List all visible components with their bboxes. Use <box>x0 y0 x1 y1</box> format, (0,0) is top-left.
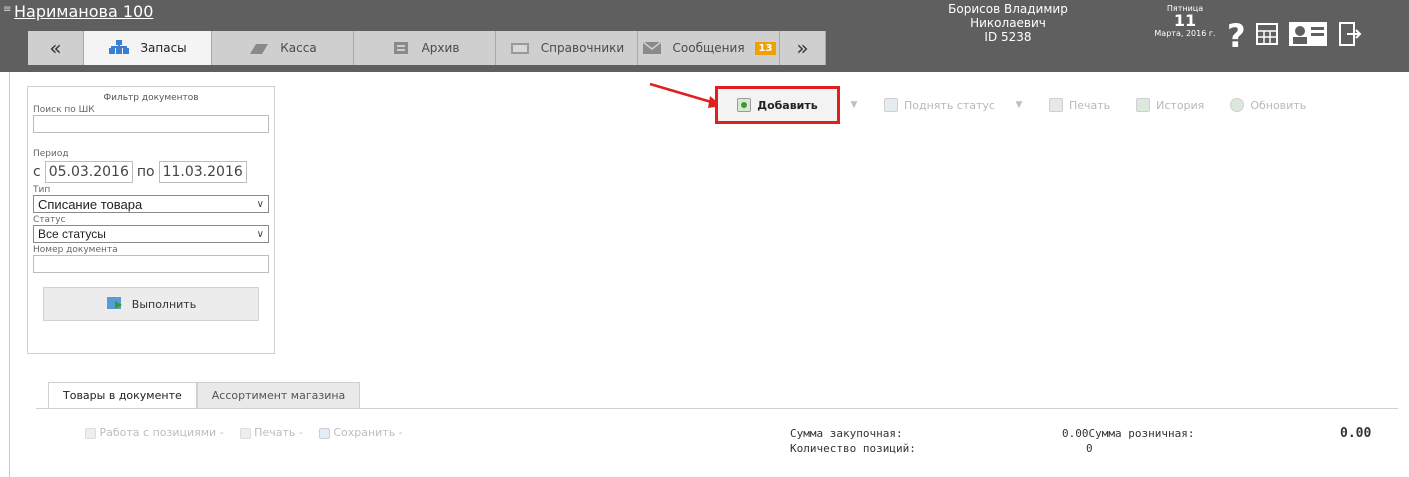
tabs-divider <box>36 408 1398 409</box>
positions-count-label: Количество позиций: <box>790 442 916 455</box>
header-icons: ? <box>1227 20 1362 52</box>
sum-purchase-value: 0.00 <box>1062 427 1089 440</box>
status-select[interactable]: Все статусы ∨ <box>33 225 269 243</box>
refresh-button[interactable]: Обновить <box>1220 90 1316 120</box>
save-button[interactable]: Сохранить - <box>318 426 403 439</box>
chevron-down-icon: ∨ <box>256 228 264 240</box>
print-icon <box>239 427 251 439</box>
positions-menu-label: Работа с позициями - <box>99 426 224 439</box>
stock-icon <box>108 40 130 56</box>
messages-count-badge: 13 <box>754 41 777 55</box>
status-select-value: Все статусы <box>38 227 106 241</box>
type-label: Тип <box>33 185 51 195</box>
raise-status-button[interactable]: Поднять статус <box>874 90 1005 120</box>
raise-status-dropdown-icon[interactable]: ▼ <box>1005 100 1033 110</box>
add-dropdown-icon[interactable]: ▼ <box>840 100 868 110</box>
type-select-value: Списание товара <box>38 196 143 212</box>
help-icon[interactable]: ? <box>1227 20 1246 52</box>
save-icon <box>318 427 330 439</box>
history-label: История <box>1156 98 1205 112</box>
sum-retail-label: Сумма розничная: <box>1088 427 1195 440</box>
print-label: Печать <box>1068 98 1111 112</box>
tab-cash-label: Касса <box>280 41 317 55</box>
doc-number-input[interactable] <box>33 255 269 273</box>
header-bar: ≡ Нариманова 100 « Запасы Касса Архив Сп… <box>0 0 1409 72</box>
summary-labels: Сумма закупочная: Количество позиций: <box>790 426 916 456</box>
user-name: Борисов Владимир Николаевич <box>948 2 1068 30</box>
barcode-label: Поиск по ШК <box>33 105 95 115</box>
month-year: Марта, 2016 г. <box>1154 29 1216 38</box>
bottom-print-button[interactable]: Печать - <box>239 426 303 439</box>
date-display: Пятница 11 Марта, 2016 г. <box>1150 4 1220 38</box>
tab-messages-label: Сообщения <box>672 41 745 55</box>
tab-stock-label: Запасы <box>140 41 187 55</box>
add-button[interactable]: Добавить <box>715 86 840 124</box>
document-filter-panel: Фильтр документов Поиск по ШК Период с 0… <box>27 86 275 354</box>
to-prefix: по <box>136 164 155 180</box>
directory-icon <box>509 40 531 56</box>
filter-title: Фильтр документов <box>103 93 199 103</box>
tab-archive[interactable]: Архив <box>354 31 496 65</box>
period-label: Период <box>33 149 69 159</box>
chevron-down-icon: ∨ <box>256 198 264 210</box>
cash-icon <box>248 40 270 56</box>
profile-icon[interactable] <box>1288 21 1328 51</box>
tab-nav-back[interactable]: « <box>28 31 84 65</box>
from-prefix: с <box>33 164 41 180</box>
positions-icon <box>85 427 96 439</box>
execute-label: Выполнить <box>131 297 197 311</box>
bottom-print-label: Печать - <box>254 426 303 439</box>
history-button[interactable]: История <box>1126 90 1214 120</box>
date-to-input[interactable]: 11.03.2016 <box>158 161 247 183</box>
tab-directory-label: Справочники <box>540 41 625 55</box>
bottom-toolbar: Работа с позициями - Печать - Сохранить … <box>85 426 403 439</box>
user-id: ID 5238 <box>984 30 1032 44</box>
tab-nav-forward[interactable]: » <box>780 31 826 65</box>
add-button-label: Добавить <box>757 98 818 112</box>
archive-icon <box>390 40 412 56</box>
positions-count-value: 0 <box>1086 442 1093 455</box>
tab-stock[interactable]: Запасы <box>84 31 212 65</box>
add-document-icon <box>737 98 752 112</box>
execute-button[interactable]: Выполнить <box>43 287 259 321</box>
tab-cash[interactable]: Касса <box>212 31 354 65</box>
type-select[interactable]: Списание товара ∨ <box>33 195 269 213</box>
summary-values: 0.00Сумма розничная: 0 <box>1062 426 1194 456</box>
nav-forward-icon: » <box>796 36 809 60</box>
document-toolbar: Добавить ▼ Поднять статус ▼ Печать Истор… <box>715 86 1316 124</box>
execute-icon <box>106 295 124 314</box>
print-button[interactable]: Печать <box>1039 90 1120 120</box>
messages-icon <box>641 40 663 56</box>
left-divider <box>9 72 10 477</box>
doc-number-label: Номер документа <box>33 245 118 255</box>
tab-messages[interactable]: Сообщения 13 <box>638 31 780 65</box>
tab-document-items[interactable]: Товары в документе <box>48 382 197 408</box>
status-label: Статус <box>33 215 66 225</box>
save-label: Сохранить - <box>333 426 403 439</box>
collapse-icon[interactable]: ≡ <box>3 4 11 15</box>
history-icon <box>1136 98 1151 112</box>
tab-directory[interactable]: Справочники <box>496 31 638 65</box>
day-number: 11 <box>1173 11 1197 30</box>
tab-store-assortment[interactable]: Ассортимент магазина <box>196 382 361 408</box>
refresh-icon <box>1230 98 1245 112</box>
exit-icon[interactable] <box>1338 21 1362 51</box>
raise-status-label: Поднять статус <box>904 98 995 112</box>
tab-archive-label: Архив <box>421 41 460 55</box>
user-info: Борисов Владимир Николаевич ID 5238 <box>918 2 1098 44</box>
positions-menu-button[interactable]: Работа с позициями - <box>85 426 224 439</box>
refresh-label: Обновить <box>1250 98 1307 112</box>
date-from-input[interactable]: 05.03.2016 <box>44 161 133 183</box>
sum-retail-value: 0.00 <box>1340 426 1372 441</box>
calendar-icon[interactable] <box>1255 23 1278 49</box>
main-tabs: « Запасы Касса Архив Справочники Сообщен… <box>28 31 826 65</box>
raise-status-icon <box>884 98 898 112</box>
barcode-search-input[interactable] <box>33 115 269 133</box>
period-row: с 05.03.2016 по 11.03.2016 <box>33 161 269 183</box>
nav-back-icon: « <box>49 36 62 60</box>
store-location-link[interactable]: Нариманова 100 <box>14 2 153 21</box>
print-icon <box>1048 98 1063 112</box>
bottom-tabs: Товары в документе Ассортимент магазина <box>48 382 361 408</box>
sum-purchase-label: Сумма закупочная: <box>790 427 903 440</box>
